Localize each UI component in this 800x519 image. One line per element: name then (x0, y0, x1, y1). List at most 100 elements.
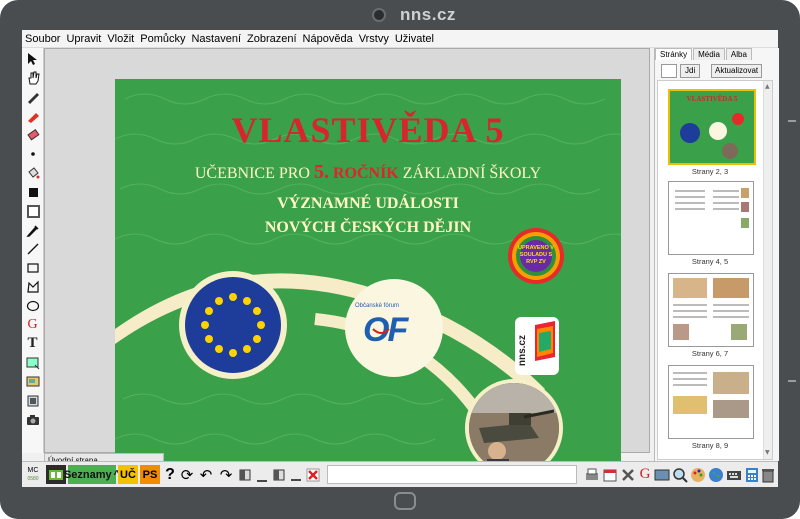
gesture-g-icon[interactable]: G (24, 316, 41, 333)
ps-button[interactable]: PS (140, 465, 160, 484)
hand-icon[interactable] (24, 69, 41, 86)
minimize-icon[interactable] (289, 465, 303, 484)
eraser-icon[interactable] (24, 126, 41, 143)
polygon-tool-icon[interactable] (24, 278, 41, 295)
eu-flag-emblem (179, 271, 287, 379)
layer-icon[interactable] (24, 392, 41, 409)
delete-icon[interactable] (305, 465, 321, 484)
thumbnail-scrollbar[interactable]: ▲ ▼ (763, 81, 772, 459)
text-tool-icon[interactable]: T (24, 335, 41, 352)
globe-icon[interactable] (708, 465, 724, 484)
cover-subtitle: UČEBNICE PRO 5. ROČNÍK ZÁKLADNÍ ŠKOLY (115, 161, 621, 184)
thumbnail-label: Strany 8, 9 (691, 441, 729, 450)
subtitle-number: 5. (313, 161, 329, 183)
redo-icon[interactable]: ↷ (217, 465, 235, 484)
thumbnail-page-8-9[interactable] (668, 365, 754, 439)
nns-logo-text: nns.cz (517, 335, 528, 367)
smile-icon (372, 328, 390, 334)
menu-nastaveni[interactable]: Nastavení (188, 33, 244, 45)
badge-text: UPRAVENO V SOULADU S RVP ZV (518, 245, 554, 265)
refresh-button[interactable]: Aktualizovat (711, 64, 763, 78)
tab-media[interactable]: Média (693, 48, 725, 60)
side-panel: Stránky Média Alba Jdi Aktualizovat VLAS… (654, 48, 779, 461)
refresh-icon[interactable]: ⟳ (179, 465, 195, 484)
panel-tabs: Stránky Média Alba (655, 48, 753, 60)
menu-bar: Soubor Upravit Vložit Pomůcky Nastavení … (22, 30, 778, 48)
of-label: Občanské fórum (355, 303, 400, 309)
obcanske-forum-logo: Občanské fórum OF (345, 279, 443, 377)
thumbnail-label: Strany 2, 3 (691, 167, 729, 176)
rvp-badge: UPRAVENO V SOULADU S RVP ZV (507, 227, 565, 285)
printer-icon[interactable] (584, 465, 600, 484)
trash-icon[interactable] (760, 465, 776, 484)
go-button[interactable]: Jdi (680, 64, 701, 78)
screen-capture-icon[interactable] (24, 373, 41, 390)
tab-alba[interactable]: Alba (725, 48, 752, 60)
menu-zobrazeni[interactable]: Zobrazení (244, 33, 300, 45)
fill-color-icon[interactable] (24, 183, 41, 200)
seznamy-button[interactable]: Seznamy ^ (64, 465, 120, 484)
thumbnail-page-6-7[interactable] (668, 273, 754, 347)
tab-stranky[interactable]: Stránky (655, 48, 693, 60)
fill-bucket-icon[interactable] (24, 164, 41, 181)
thumbnail-label: Strany 4, 5 (691, 257, 729, 266)
menu-vrstvy[interactable]: Vrstvy (356, 33, 392, 45)
screenshot-icon[interactable] (654, 465, 670, 484)
help-icon[interactable]: ? (163, 465, 177, 484)
select-arrow-icon[interactable] (24, 50, 41, 67)
tool-palette: G T (22, 48, 44, 453)
highlighter-icon[interactable] (24, 107, 41, 124)
calculator-icon[interactable] (744, 465, 760, 484)
rectangle-tool-icon[interactable] (24, 259, 41, 276)
device-brand: nns.cz (400, 5, 456, 24)
subtitle-rocnik: ROČNÍK (332, 165, 399, 182)
tools-icon[interactable] (620, 465, 636, 484)
line-color-icon[interactable] (24, 202, 41, 219)
thumbnail-page-2-3[interactable]: VLASTIVĚDA 5 (668, 89, 756, 165)
keyboard-icon[interactable] (726, 465, 742, 484)
cover-title: VLASTIVĚDA 5 (231, 110, 505, 150)
dot-icon[interactable] (24, 145, 41, 162)
command-input[interactable] (327, 465, 577, 484)
svg-text:VLASTIVĚDA 5: VLASTIVĚDA 5 (687, 95, 738, 103)
palette-icon[interactable] (690, 465, 706, 484)
mc-sub: 0580 (27, 475, 39, 482)
subtitle-post: ZÁKLADNÍ ŠKOLY (402, 165, 542, 182)
subtitle-pre: UČEBNICE PRO (194, 165, 310, 182)
menu-napoveda[interactable]: Nápověda (300, 33, 356, 45)
zoom-icon[interactable] (237, 465, 253, 484)
separator-icon[interactable] (255, 465, 269, 484)
menu-uzivatel[interactable]: Uživatel (392, 33, 437, 45)
undo-icon[interactable]: ↶ (197, 465, 215, 484)
menu-soubor[interactable]: Soubor (22, 33, 63, 45)
calendar-icon[interactable] (602, 465, 618, 484)
tablet-top-bezel: nns.cz (0, 0, 800, 30)
page-number-input[interactable] (661, 64, 677, 78)
ellipse-tool-icon[interactable] (24, 297, 41, 314)
mc-indicator: MC 0580 (24, 465, 42, 484)
magnifier-icon[interactable] (672, 465, 688, 484)
app-window: Soubor Upravit Vložit Pomůcky Nastavení … (22, 30, 779, 487)
page-thumbnails: VLASTIVĚDA 5 Strany 2, 3 Strany 4, 5 Str… (657, 80, 773, 460)
thumbnail-page-4-5[interactable] (668, 181, 754, 255)
book-cover: VLASTIVĚDA 5 UČEBNICE PRO 5. ROČNÍK ZÁKL… (115, 79, 621, 482)
menu-upravit[interactable]: Upravit (63, 33, 104, 45)
mc-label: MC (27, 466, 39, 474)
nns-logo: nns.cz (515, 317, 559, 375)
bottom-toolbar: MC 0580 Seznamy ^ UČ PS ? ⟳ ↶ ↷ G (22, 461, 778, 487)
menu-vlozit[interactable]: Vložit (104, 33, 137, 45)
seznamy-label: Seznamy (63, 468, 112, 481)
home-button[interactable] (394, 492, 416, 510)
camera-tool-icon[interactable] (24, 411, 41, 428)
camera-icon (372, 8, 386, 22)
eyedropper-icon[interactable] (24, 221, 41, 238)
gesture-icon[interactable]: G (638, 465, 652, 484)
insert-image-icon[interactable] (24, 354, 41, 371)
layer-toggle-icon[interactable] (271, 465, 287, 484)
pen-icon[interactable] (24, 88, 41, 105)
page-canvas[interactable]: VLASTIVĚDA 5 UČEBNICE PRO 5. ROČNÍK ZÁKL… (44, 48, 650, 482)
uc-button[interactable]: UČ (118, 465, 138, 484)
line-tool-icon[interactable] (24, 240, 41, 257)
menu-pomucky[interactable]: Pomůcky (137, 33, 188, 45)
cover-topic-line1: VÝZNAMNÉ UDÁLOSTI (277, 195, 459, 212)
